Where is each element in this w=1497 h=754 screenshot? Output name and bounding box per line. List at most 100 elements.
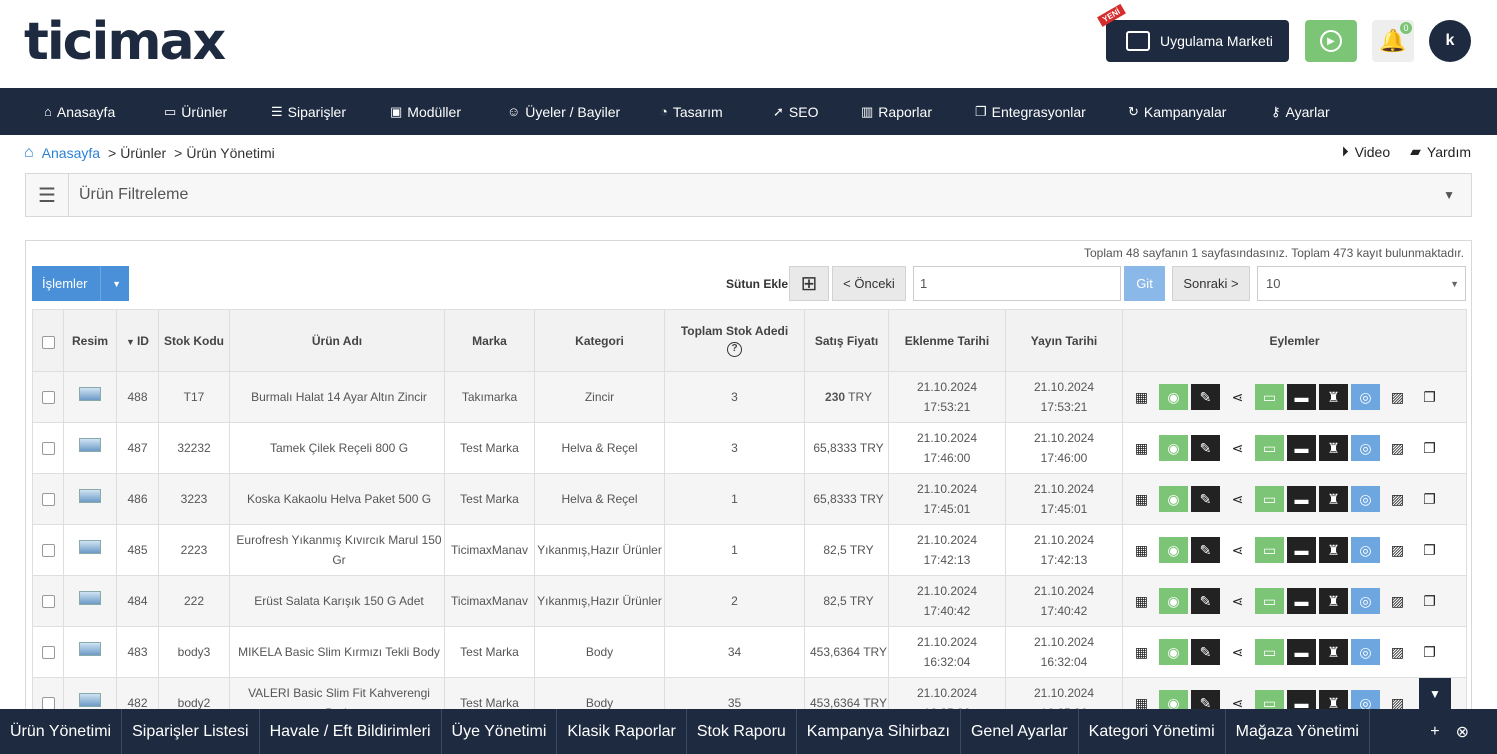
- row-product-name[interactable]: Erüst Salata Karışık 150 G Adet: [229, 575, 445, 627]
- edit-icon[interactable]: ✎: [1191, 537, 1220, 563]
- home-icon[interactable]: ⌂: [24, 144, 34, 162]
- row-checkbox[interactable]: [41, 594, 55, 608]
- money-icon[interactable]: ▭: [1255, 537, 1284, 563]
- select-all-checkbox[interactable]: [41, 335, 55, 349]
- product-thumbnail[interactable]: [79, 438, 101, 452]
- close-circle-icon[interactable]: ⊗: [1456, 722, 1469, 742]
- breadcrumb-home-link[interactable]: Anasayfa: [42, 145, 100, 161]
- row-price[interactable]: 453,6364 TRY: [804, 626, 889, 678]
- trophy-icon[interactable]: ♜: [1319, 639, 1348, 665]
- task-tab[interactable]: Üye Yönetimi: [442, 709, 558, 754]
- monitor-icon[interactable]: ▬: [1287, 435, 1316, 461]
- coins-icon[interactable]: ◎: [1351, 486, 1380, 512]
- money-icon[interactable]: ▭: [1255, 384, 1284, 410]
- nav-item-uyeler[interactable]: ☺ Üyeler / Bayiler: [507, 88, 620, 135]
- product-thumbnail[interactable]: [79, 540, 101, 554]
- row-checkbox[interactable]: [41, 696, 55, 710]
- task-tab[interactable]: Klasik Raporlar: [557, 709, 687, 754]
- trophy-icon[interactable]: ♜: [1319, 435, 1348, 461]
- share-icon[interactable]: ⋖: [1223, 384, 1252, 410]
- task-tab[interactable]: Ürün Yönetimi: [0, 709, 123, 754]
- share-icon[interactable]: ⋖: [1223, 537, 1252, 563]
- col-added-date[interactable]: Eklenme Tarihi: [888, 309, 1006, 372]
- col-price[interactable]: Satış Fiyatı: [804, 309, 889, 372]
- share-icon[interactable]: ⋖: [1223, 486, 1252, 512]
- eye-icon[interactable]: ◉: [1159, 486, 1188, 512]
- row-checkbox[interactable]: [41, 543, 55, 557]
- trophy-icon[interactable]: ♜: [1319, 384, 1348, 410]
- col-total-stock[interactable]: Toplam Stok Adedi?: [664, 309, 805, 372]
- edit-icon[interactable]: ✎: [1191, 588, 1220, 614]
- app-market-button[interactable]: Uygulama Marketi: [1106, 20, 1289, 62]
- grid-icon[interactable]: ▦: [1127, 486, 1156, 512]
- row-price[interactable]: 82,5 TRY: [804, 575, 889, 627]
- money-icon[interactable]: ▭: [1255, 588, 1284, 614]
- edit-icon[interactable]: ✎: [1191, 639, 1220, 665]
- grid-icon[interactable]: ▦: [1127, 435, 1156, 461]
- row-price[interactable]: 65,8333 TRY: [804, 473, 889, 525]
- image-icon[interactable]: ▨: [1383, 486, 1412, 512]
- notifications-button[interactable]: 🔔 0: [1372, 20, 1414, 62]
- trophy-icon[interactable]: ♜: [1319, 537, 1348, 563]
- task-tab[interactable]: Havale / Eft Bildirimleri: [260, 709, 442, 754]
- share-icon[interactable]: ⋖: [1223, 588, 1252, 614]
- nav-item-seo[interactable]: ➚ SEO: [773, 88, 818, 135]
- scroll-down-button[interactable]: ▼: [1419, 678, 1451, 710]
- task-tab[interactable]: Siparişler Listesi: [122, 709, 260, 754]
- col-stock-code[interactable]: Stok Kodu: [158, 309, 230, 372]
- grid-icon[interactable]: ▦: [1127, 384, 1156, 410]
- row-checkbox[interactable]: [41, 645, 55, 659]
- eye-icon[interactable]: ◉: [1159, 384, 1188, 410]
- copy-icon[interactable]: ❐: [1415, 588, 1444, 614]
- grid-icon[interactable]: ▦: [1127, 639, 1156, 665]
- prev-page-button[interactable]: < Önceki: [832, 266, 906, 301]
- product-thumbnail[interactable]: [79, 642, 101, 656]
- monitor-icon[interactable]: ▬: [1287, 384, 1316, 410]
- copy-icon[interactable]: ❐: [1415, 486, 1444, 512]
- trophy-icon[interactable]: ♜: [1319, 588, 1348, 614]
- coins-icon[interactable]: ◎: [1351, 435, 1380, 461]
- nav-item-ayarlar[interactable]: ⚷ Ayarlar: [1271, 88, 1330, 135]
- nav-item-urunler[interactable]: ▭ Ürünler: [164, 88, 227, 135]
- chevron-down-icon[interactable]: ▼: [1443, 174, 1455, 216]
- image-icon[interactable]: ▨: [1383, 588, 1412, 614]
- nav-item-raporlar[interactable]: ▥ Raporlar: [861, 88, 932, 135]
- product-thumbnail[interactable]: [79, 387, 101, 401]
- monitor-icon[interactable]: ▬: [1287, 486, 1316, 512]
- help-link[interactable]: ▰ Yardım: [1410, 143, 1471, 160]
- image-icon[interactable]: ▨: [1383, 435, 1412, 461]
- col-category[interactable]: Kategori: [534, 309, 665, 372]
- page-number-input[interactable]: [913, 266, 1121, 301]
- add-tab-icon[interactable]: +: [1430, 723, 1439, 741]
- coins-icon[interactable]: ◎: [1351, 639, 1380, 665]
- eye-icon[interactable]: ◉: [1159, 537, 1188, 563]
- nav-item-entegrasyonlar[interactable]: ❐ Entegrasyonlar: [975, 88, 1086, 135]
- task-tab[interactable]: Kampanya Sihirbazı: [797, 709, 961, 754]
- row-checkbox[interactable]: [41, 492, 55, 506]
- per-page-select[interactable]: 10 ▼: [1257, 266, 1466, 301]
- copy-icon[interactable]: ❐: [1415, 435, 1444, 461]
- row-product-name[interactable]: Koska Kakaolu Helva Paket 500 G: [229, 473, 445, 525]
- nav-item-moduller[interactable]: ▣ Modüller: [390, 88, 461, 135]
- video-link[interactable]: ⏵ Video: [1342, 143, 1391, 160]
- edit-icon[interactable]: ✎: [1191, 384, 1220, 410]
- copy-icon[interactable]: ❐: [1415, 384, 1444, 410]
- row-product-name[interactable]: MIKELA Basic Slim Kırmızı Tekli Body: [229, 626, 445, 678]
- product-filter-panel[interactable]: ☰ Ürün Filtreleme ▼: [25, 173, 1472, 217]
- breadcrumb-urunler[interactable]: Ürünler: [120, 145, 166, 161]
- money-icon[interactable]: ▭: [1255, 486, 1284, 512]
- eye-icon[interactable]: ◉: [1159, 588, 1188, 614]
- col-id[interactable]: ▼ ID: [116, 309, 159, 372]
- nav-item-tasarim[interactable]: ◔ Tasarım: [660, 88, 723, 135]
- monitor-icon[interactable]: ▬: [1287, 639, 1316, 665]
- nav-item-kampanyalar[interactable]: ↻ Kampanyalar: [1128, 88, 1226, 135]
- row-product-name[interactable]: Burmalı Halat 14 Ayar Altın Zincir: [229, 371, 445, 423]
- row-product-name[interactable]: Eurofresh Yıkanmış Kıvırcık Marul 150 Gr: [229, 524, 445, 576]
- eye-icon[interactable]: ◉: [1159, 435, 1188, 461]
- edit-icon[interactable]: ✎: [1191, 435, 1220, 461]
- image-icon[interactable]: ▨: [1383, 384, 1412, 410]
- task-tab[interactable]: Stok Raporu: [687, 709, 797, 754]
- trophy-icon[interactable]: ♜: [1319, 486, 1348, 512]
- row-checkbox[interactable]: [41, 390, 55, 404]
- row-product-name[interactable]: Tamek Çilek Reçeli 800 G: [229, 422, 445, 474]
